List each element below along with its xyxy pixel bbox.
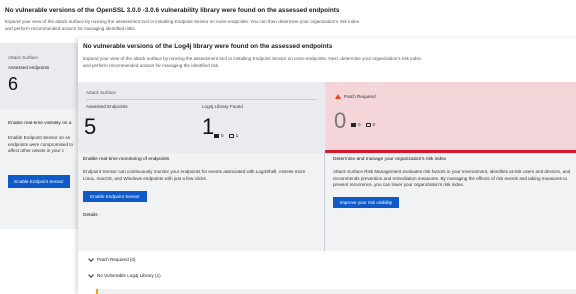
log4j-title: No vulnerable versions of the Log4j libr… [83, 43, 333, 50]
assessed-endpoints-value[interactable]: 5 [84, 114, 96, 140]
openssl-description: Expand your view of the attack surface b… [5, 19, 360, 31]
improve-risk-visibility-button[interactable]: Improve your risk visibility [333, 197, 399, 208]
found-desktops-count: 1 [235, 133, 239, 138]
found-servers-count: 0 [221, 133, 224, 138]
attack-surface-panel: Attack Surface Assessed Endpoints 5 Log4… [78, 82, 325, 153]
log4j-card: No vulnerable versions of the Log4j libr… [78, 38, 576, 294]
warning-icon [335, 94, 341, 99]
log4j-found-label: Log4j Library Found [202, 104, 243, 109]
openssl-attack-surface: Attack Surface Assessed endpoints 6 [0, 43, 78, 109]
desktop-icon [365, 122, 371, 127]
openssl-assessed-value: 6 [8, 74, 19, 94]
log4j-found-value[interactable]: 1 [202, 114, 214, 140]
monitoring-heading: Enable real-time monitoring of endpoints [83, 157, 170, 162]
details-heading: Details [83, 213, 98, 218]
patch-required-accordion-label: Patch Required (0) [97, 257, 136, 262]
monitoring-body: Endpoint Sensor can continuously monitor… [83, 169, 306, 181]
openssl-realtime-body: Enable Endpoint Sensor on en endpoints w… [8, 135, 74, 154]
patch-required-breakdown: 0 0 [351, 122, 375, 127]
log4j-stats-row: Attack Surface Assessed Endpoints 5 Log4… [78, 82, 576, 153]
divider [86, 99, 317, 100]
no-vulnerable-accordion-label: No Vulnerable Log4j Library (1) [97, 273, 161, 278]
openssl-assessed-label: Assessed endpoints [8, 65, 50, 70]
risk-heading: Determine and manage your organization's… [333, 157, 447, 162]
chevron-down-icon [88, 271, 94, 278]
risk-panel: Determine and manage your organization's… [324, 153, 574, 251]
risk-body: Attack Surface Risk Management evaluates… [333, 169, 571, 188]
openssl-enable-sensor-button[interactable]: Enable Endpoint Sensor [8, 175, 70, 188]
openssl-realtime-heading: Enable real-time visibility on a [8, 121, 72, 126]
monitoring-panel: Enable real-time monitoring of endpoints… [83, 153, 315, 251]
attack-surface-label: Attack Surface [86, 90, 116, 95]
enable-endpoint-sensor-button[interactable]: Enable Endpoint Sensor [83, 191, 147, 202]
server-icon [214, 133, 219, 138]
openssl-title: No vulnerable versions of the OpenSSL 3.… [5, 7, 340, 14]
patch-required-label: Patch Required [344, 94, 376, 99]
assessed-endpoints-label: Assessed Endpoints [86, 104, 128, 109]
patch-required-value: 0 [334, 108, 347, 133]
status-marker [96, 289, 98, 294]
openssl-realtime-panel: Enable real-time visibility on a Enable … [0, 109, 78, 229]
server-icon [351, 122, 356, 127]
patch-desktops-count: 0 [372, 122, 376, 127]
desktop-icon [228, 133, 234, 138]
recommendation-panels: Enable real-time monitoring of endpoints… [78, 153, 576, 251]
log4j-description: Expand your view of the attack surface b… [83, 56, 422, 68]
openssl-attack-surface-label: Attack Surface [8, 55, 38, 60]
patch-required-header: Patch Required [335, 94, 376, 99]
chevron-down-icon [88, 255, 94, 262]
patch-required-panel: Patch Required 0 0 0 [325, 82, 576, 153]
patch-servers-count: 0 [358, 122, 361, 127]
no-vulnerable-accordion[interactable]: No Vulnerable Log4j Library (1) [88, 271, 161, 278]
log4j-found-breakdown: 0 1 [214, 133, 238, 138]
table-header-strip [96, 289, 576, 294]
patch-required-accordion[interactable]: Patch Required (0) [88, 255, 136, 262]
